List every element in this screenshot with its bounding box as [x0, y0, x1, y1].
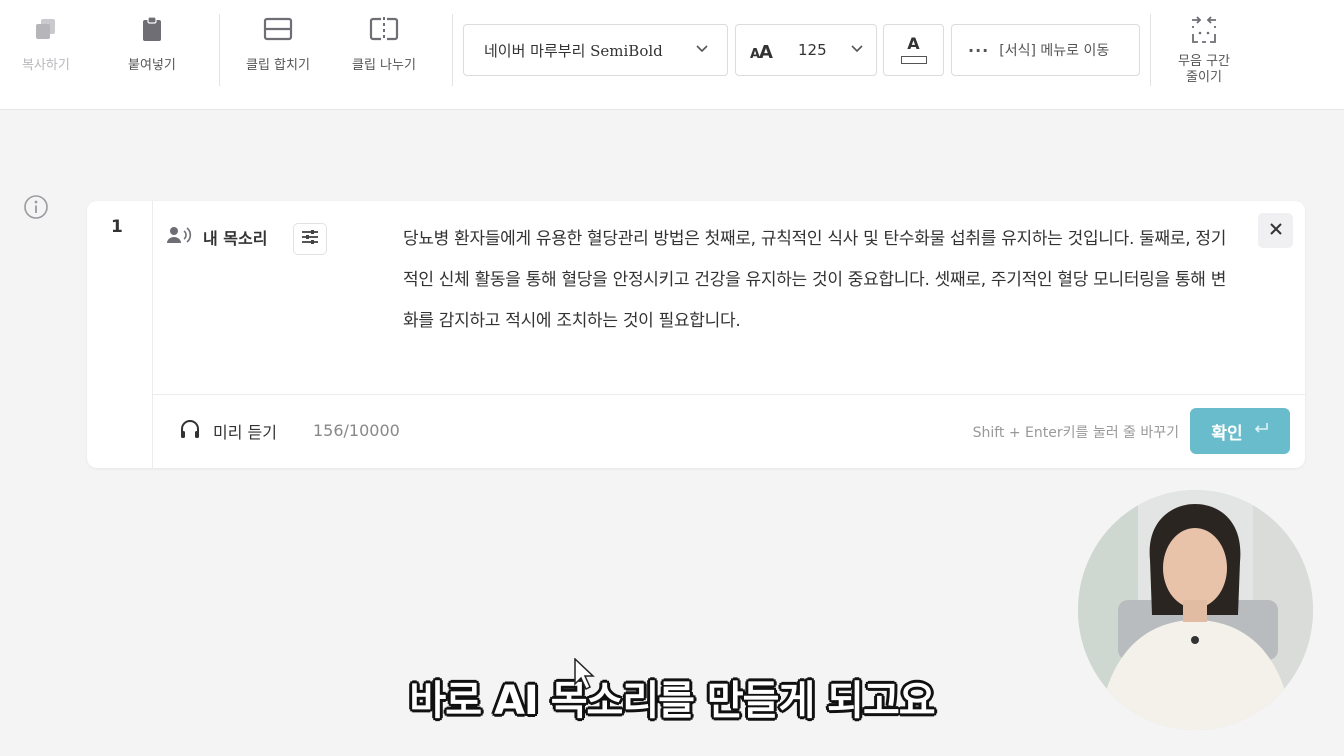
- clip-index-column: 1: [87, 201, 153, 468]
- clip-index: 1: [111, 217, 123, 237]
- font-size-select[interactable]: AA 125: [735, 24, 877, 76]
- mouse-cursor-icon: [574, 657, 596, 696]
- chevron-down-icon: [850, 41, 864, 59]
- shrink-silence-icon: [1189, 14, 1219, 44]
- clipboard-icon: [137, 14, 167, 44]
- voice-icon: [167, 226, 193, 248]
- line-break-hint: Shift + Enter키를 눌러 줄 바꾸기: [972, 425, 1179, 441]
- copy-button[interactable]: 복사하기: [22, 14, 70, 74]
- text-color-icon: A: [907, 34, 920, 53]
- copy-icon: [31, 14, 61, 44]
- copy-label: 복사하기: [22, 58, 70, 73]
- confirm-button[interactable]: 확인: [1190, 408, 1290, 454]
- divider: [452, 14, 453, 86]
- chevron-down-icon: [695, 41, 709, 59]
- divider: [1150, 14, 1151, 86]
- headphones-icon: [179, 419, 201, 443]
- preview-button[interactable]: 미리 듣기: [179, 419, 277, 443]
- silence-label-1: 무음 구간: [1178, 54, 1230, 69]
- info-icon[interactable]: [23, 194, 49, 224]
- more-icon: ···: [968, 40, 990, 60]
- split-label: 클립 나누기: [352, 58, 416, 73]
- confirm-label: 확인: [1211, 423, 1243, 444]
- merge-icon: [263, 14, 293, 44]
- close-icon: [1269, 221, 1283, 240]
- voice-selector[interactable]: 내 목소리: [167, 225, 267, 249]
- font-name: 네이버 마루부리 SemiBold: [484, 41, 663, 60]
- text-color-button[interactable]: A: [883, 24, 944, 76]
- paste-button[interactable]: 붙여넣기: [128, 14, 176, 74]
- font-size-value: 125: [798, 41, 827, 59]
- split-icon: [369, 14, 399, 44]
- merge-label: 클립 합치기: [246, 58, 310, 73]
- voice-settings-button[interactable]: [293, 223, 327, 255]
- svg-text:A: A: [759, 42, 773, 62]
- silence-label-2: 줄이기: [1186, 70, 1222, 85]
- split-clip-button[interactable]: 클립 나누기: [352, 14, 416, 74]
- clip-footer: 미리 듣기 156/10000 Shift + Enter키를 눌러 줄 바꾸기…: [153, 394, 1305, 468]
- settings-sliders-icon: [301, 229, 319, 249]
- format-menu-label: [서식] 메뉴로 이동: [999, 43, 1110, 59]
- format-menu-button[interactable]: ··· [서식] 메뉴로 이동: [951, 24, 1140, 76]
- merge-clip-button[interactable]: 클립 합치기: [246, 14, 310, 74]
- enter-icon: [1253, 421, 1269, 441]
- script-text[interactable]: 당뇨병 환자들에게 유용한 혈당관리 방법은 첫째로, 규칙적인 식사 및 탄수…: [403, 219, 1233, 342]
- font-size-icon: AA: [750, 40, 776, 66]
- divider: [219, 14, 220, 86]
- paste-label: 붙여넣기: [128, 58, 176, 73]
- shrink-silence-button[interactable]: 무음 구간 줄이기: [1178, 14, 1230, 86]
- color-swatch: [900, 56, 927, 64]
- close-button[interactable]: [1258, 213, 1293, 248]
- font-family-select[interactable]: 네이버 마루부리 SemiBold: [463, 24, 728, 76]
- preview-label: 미리 듣기: [213, 423, 277, 442]
- video-subtitle: 바로 AI 목소리를 만들게 되고요: [409, 678, 935, 724]
- toolbar: 복사하기 붙여넣기 클립 합치기 클립 나누기 네이버 마루부리 SemiBol…: [0, 0, 1344, 110]
- voice-name: 내 목소리: [203, 229, 268, 248]
- char-counter: 156/10000: [313, 421, 400, 440]
- clip-card: 1 내 목소리 당뇨병 환자들에게 유용한 혈당관리 방법은 첫째로, 규칙적인…: [87, 201, 1305, 468]
